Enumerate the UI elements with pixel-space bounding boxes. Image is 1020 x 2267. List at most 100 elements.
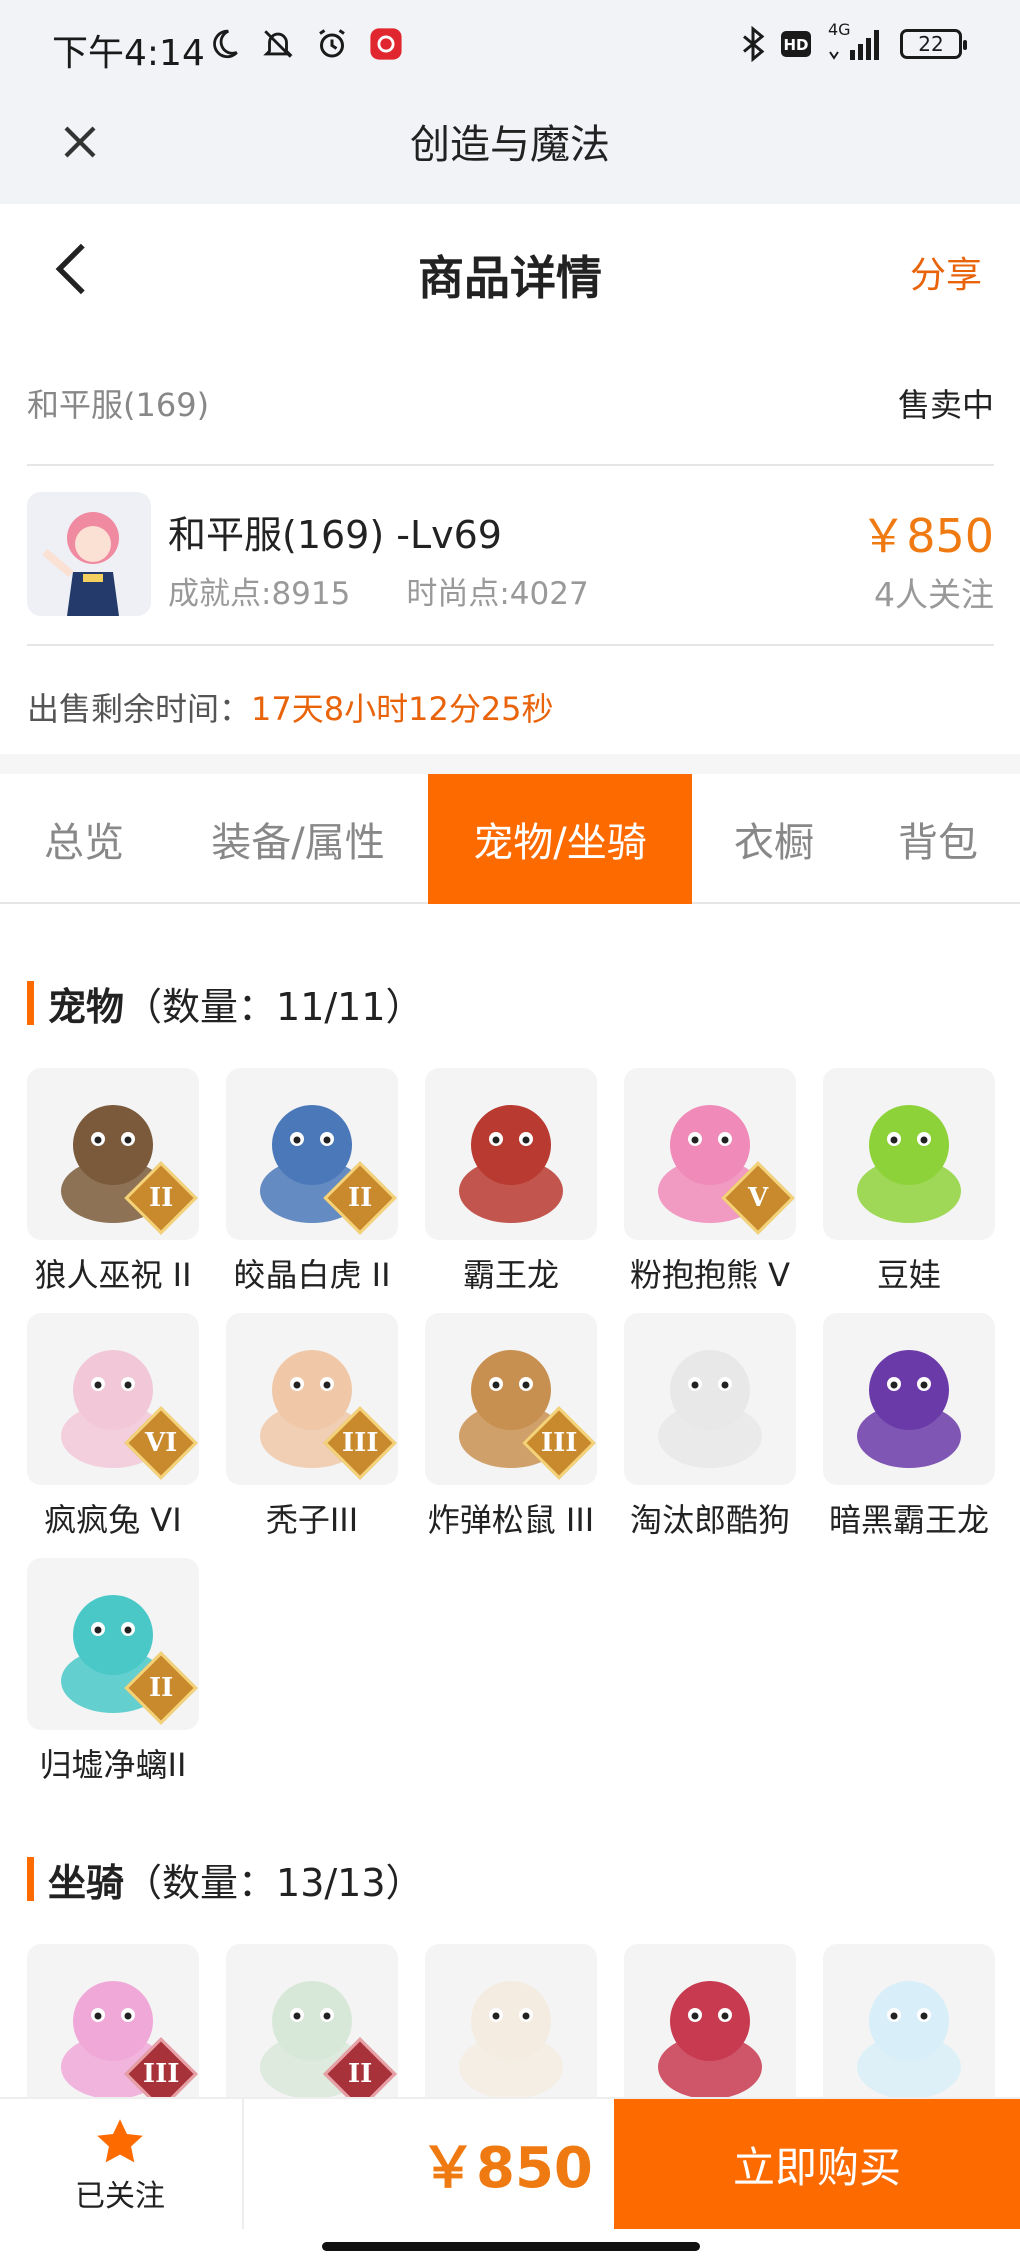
pet-item[interactable]: II 狼人巫祝 II <box>27 1068 199 1296</box>
tab-wardrobe[interactable]: 衣橱 <box>692 774 856 904</box>
netease-music-icon <box>366 24 406 64</box>
svg-text:HD: HD <box>783 36 808 54</box>
pet-item[interactable]: 霸王龙 <box>425 1068 597 1296</box>
pet-name: 皎晶白虎 II <box>233 1256 391 1294</box>
app-title: 创造与魔法 <box>410 122 610 168</box>
pet-item[interactable]: V 粉抱抱熊 V <box>624 1068 796 1296</box>
pet-item[interactable]: II 皎晶白虎 II <box>226 1068 398 1296</box>
item-thumbnail: II <box>226 1068 398 1240</box>
item-thumbnail <box>425 1068 597 1240</box>
pet-item[interactable]: 淘汰郎酷狗 <box>624 1313 796 1541</box>
server-row: 和平服(169) 售卖中 <box>27 380 994 424</box>
creature-image <box>857 1350 961 1468</box>
hd-icon: HD <box>781 31 811 57</box>
battery-icon: 22 <box>900 29 967 59</box>
mount-item[interactable] <box>624 1944 796 2097</box>
item-thumbnail <box>624 1944 796 2097</box>
pet-name: 秃子III <box>265 1501 359 1539</box>
character-name: 和平服(169) -Lv69 <box>168 513 502 557</box>
status-bar: 下午4:14 HD 4G 22 <box>0 0 1020 100</box>
signal-icon: 4G <box>826 20 886 62</box>
bottom-bar: 已关注 ￥850 立即购买 <box>0 2097 1020 2229</box>
sale-status: 售卖中 <box>897 386 994 424</box>
pet-name: 狼人巫祝 II <box>34 1256 192 1294</box>
page-header: 商品详情 分享 <box>0 204 1020 334</box>
item-thumbnail: V <box>624 1068 796 1240</box>
status-right-icons: HD 4G 22 <box>740 20 967 62</box>
remaining-time-label: 出售剩余时间： <box>27 690 252 728</box>
pet-name: 粉抱抱熊 V <box>629 1256 791 1294</box>
item-thumbnail <box>823 1944 995 2097</box>
follower-count: 4人关注 <box>874 575 994 614</box>
fashion-points: 时尚点:4027 <box>406 576 589 612</box>
divider <box>27 644 994 646</box>
pet-name: 暗黑霸王龙 <box>828 1501 989 1539</box>
section-accent-bar <box>27 1857 34 1901</box>
network-type: 4G <box>828 20 851 39</box>
section-accent-bar <box>27 981 34 1025</box>
mounts-title: 坐骑 <box>48 1860 125 1905</box>
bell-off-icon <box>258 24 298 64</box>
app-bar: 创造与魔法 <box>0 100 1020 204</box>
status-left-icons <box>204 24 406 64</box>
remaining-time: 出售剩余时间：17天8小时12分25秒 <box>27 684 554 730</box>
pet-name: 淘汰郎酷狗 <box>629 1501 790 1539</box>
follow-button[interactable]: 已关注 <box>40 2111 200 2221</box>
server-name: 和平服(169) <box>27 386 210 424</box>
mount-item[interactable] <box>823 1944 995 2097</box>
share-link[interactable]: 分享 <box>910 246 982 298</box>
tab-overview[interactable]: 总览 <box>0 774 168 904</box>
item-thumbnail <box>823 1313 995 1485</box>
home-indicator <box>322 2242 700 2251</box>
pets-section-title: 宠物 （数量：11/11） <box>27 978 424 1029</box>
pet-name: 豆娃 <box>876 1256 941 1294</box>
follow-label: 已关注 <box>75 2179 165 2214</box>
creature-image <box>857 1981 961 2097</box>
tab-backpack[interactable]: 背包 <box>856 774 1020 904</box>
pet-item[interactable]: III 炸弹松鼠 III <box>425 1313 597 1541</box>
buy-now-button[interactable]: 立即购买 <box>614 2099 1020 2229</box>
pet-item[interactable]: 暗黑霸王龙 <box>823 1313 995 1541</box>
item-thumbnail: II <box>226 1944 398 2097</box>
item-thumbnail: III <box>27 1944 199 2097</box>
mounts-section-title: 坐骑 （数量：13/13） <box>27 1854 424 1905</box>
creature-image <box>459 1981 563 2097</box>
item-thumbnail <box>624 1313 796 1485</box>
remaining-time-value: 17天8小时12分25秒 <box>251 690 554 728</box>
item-thumbnail <box>425 1944 597 2097</box>
creature-image <box>658 1350 762 1468</box>
item-thumbnail: III <box>226 1313 398 1485</box>
divider <box>27 464 994 466</box>
mount-item[interactable] <box>425 1944 597 2097</box>
divider <box>242 2099 244 2229</box>
tab-equipment[interactable]: 装备/属性 <box>168 774 428 904</box>
item-thumbnail: III <box>425 1313 597 1485</box>
tab-bar: 总览 装备/属性 宠物/坐骑 衣橱 背包 <box>0 774 1020 904</box>
item-thumbnail: VI <box>27 1313 199 1485</box>
item-thumbnail <box>823 1068 995 1240</box>
pet-item[interactable]: II 归墟净螭II <box>27 1558 199 1786</box>
status-time: 下午4:14 <box>52 33 205 74</box>
bluetooth-icon <box>743 26 765 62</box>
pet-name: 疯疯兔 VI <box>44 1501 182 1539</box>
pet-item[interactable]: 豆娃 <box>823 1068 995 1296</box>
character-stats: 成就点:8915 时尚点:4027 <box>168 568 589 613</box>
achievement-points: 成就点:8915 <box>168 576 351 612</box>
alarm-icon <box>312 24 352 64</box>
mount-item[interactable]: II <box>226 1944 398 2097</box>
pet-item[interactable]: VI 疯疯兔 VI <box>27 1313 199 1541</box>
creature-image <box>459 1105 563 1223</box>
creature-image <box>857 1105 961 1223</box>
item-thumbnail: II <box>27 1068 199 1240</box>
pets-count: （数量：11/11） <box>124 984 424 1029</box>
pet-name: 霸王龙 <box>462 1256 559 1294</box>
tab-pets-mounts[interactable]: 宠物/坐骑 <box>428 774 692 904</box>
product-section: 和平服(169) 售卖中 和平服(169) -Lv69 成就点:8915 时尚点… <box>0 334 1020 754</box>
character-avatar <box>27 492 151 616</box>
pet-item[interactable]: III 秃子III <box>226 1313 398 1541</box>
pet-name: 炸弹松鼠 III <box>427 1501 595 1539</box>
mounts-count: （数量：13/13） <box>124 1860 424 1905</box>
item-thumbnail: II <box>27 1558 199 1730</box>
mount-item[interactable]: III <box>27 1944 199 2097</box>
pet-name: 归墟净螭II <box>39 1746 187 1784</box>
